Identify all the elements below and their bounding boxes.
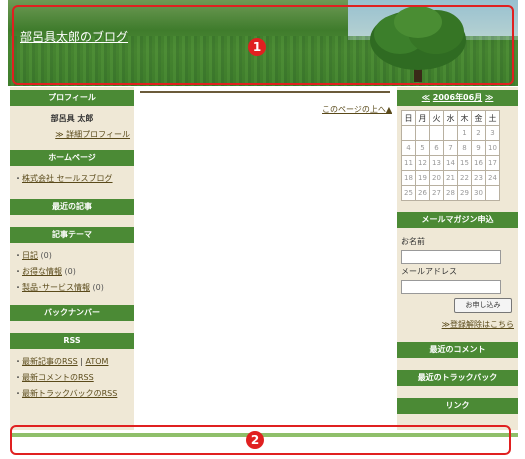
theme-item: ・日記 (0) (14, 251, 52, 260)
themes-heading: 記事テーマ (10, 227, 134, 243)
calendar-day: 11 (401, 155, 416, 171)
rss-trackbacks-link[interactable]: 最新トラックバックのRSS (22, 389, 117, 398)
name-input[interactable] (401, 250, 501, 264)
calendar-day: 25 (401, 185, 416, 201)
profile-heading: プロフィール (10, 90, 134, 106)
calendar-day: 26 (415, 185, 430, 201)
calendar-day (429, 125, 444, 141)
theme-count: (0) (64, 267, 76, 276)
calendar-day: 2 (471, 125, 486, 141)
calendar-day: 12 (415, 155, 430, 171)
name-label: お名前 (401, 237, 425, 246)
calendar-day: 9 (471, 140, 486, 156)
calendar-day: 14 (443, 155, 458, 171)
calendar-day: 1 (457, 125, 472, 141)
calendar-day: 4 (401, 140, 416, 156)
theme-link-products[interactable]: 製品･サービス情報 (22, 283, 90, 292)
calendar-day: 21 (443, 170, 458, 186)
backnumber-heading: バックナンバー (10, 305, 134, 321)
calendar-dow: 火 (429, 110, 444, 126)
calendar-dow: 月 (415, 110, 430, 126)
atom-link[interactable]: ATOM (86, 357, 109, 366)
calendar-day: 10 (485, 140, 500, 156)
theme-item: ・製品･サービス情報 (0) (14, 283, 104, 292)
recent-trackbacks-heading: 最近のトラックバック (397, 370, 518, 386)
rss-comments-link[interactable]: 最新コメントのRSS (22, 373, 94, 382)
calendar-day: 16 (471, 155, 486, 171)
calendar-day: 8 (457, 140, 472, 156)
unsubscribe-link[interactable]: ≫登録解除はこちら (442, 320, 514, 329)
email-label: メールアドレス (401, 267, 457, 276)
calendar-day: 22 (457, 170, 472, 186)
calendar-day: 18 (401, 170, 416, 186)
calendar-day: 13 (429, 155, 444, 171)
calendar-day: 5 (415, 140, 430, 156)
calendar-day: 24 (485, 170, 500, 186)
theme-link-diary[interactable]: 日記 (22, 251, 38, 260)
callout-number-2: 2 (246, 431, 264, 449)
calendar-day: 15 (457, 155, 472, 171)
calendar-day: 28 (443, 185, 458, 201)
calendar-day: 6 (429, 140, 444, 156)
calendar-dow: 水 (443, 110, 458, 126)
calendar-dow: 金 (471, 110, 486, 126)
theme-count: (0) (92, 283, 104, 292)
recent-comments-heading: 最近のコメント (397, 342, 518, 358)
calendar-day: 29 (457, 185, 472, 201)
calendar-next-link[interactable]: ≫ (485, 93, 493, 102)
calendar-day: 27 (429, 185, 444, 201)
recent-posts-heading: 最近の記事 (10, 199, 134, 215)
calendar-dow: 土 (485, 110, 500, 126)
rss-separator: | (80, 357, 83, 366)
calendar-day: 19 (415, 170, 430, 186)
calendar-day (401, 125, 416, 141)
calendar-grid: 日 月 火 水 木 金 土 1 2 3 4 5 6 7 8 9 10 11 12… (401, 110, 500, 201)
calendar-day (415, 125, 430, 141)
calendar-day: 17 (485, 155, 500, 171)
links-heading: リンク (397, 398, 518, 414)
homepage-heading: ホームページ (10, 150, 134, 166)
calendar-dow: 日 (401, 110, 416, 126)
calendar-day: 7 (443, 140, 458, 156)
calendar-day: 23 (471, 170, 486, 186)
main-content: このページの上へ▲ (136, 87, 394, 430)
calendar-title[interactable]: 2006年06月 (433, 93, 482, 102)
email-input[interactable] (401, 280, 501, 294)
left-sidebar: プロフィール 部呂具 太郎 ≫ 詳細プロフィール ホームページ ・株式会社 セー… (10, 87, 134, 430)
calendar-dow: 木 (457, 110, 472, 126)
page-top-link[interactable]: このページの上へ▲ (322, 104, 392, 115)
callout-number-1: 1 (248, 38, 266, 56)
homepage-link[interactable]: 株式会社 セールスブログ (22, 174, 113, 183)
theme-item: ・お得な情報 (0) (14, 267, 76, 276)
profile-detail-link[interactable]: ≫ 詳細プロフィール (55, 130, 130, 139)
rss-heading: RSS (10, 333, 134, 349)
calendar-day: 20 (429, 170, 444, 186)
content-divider (140, 91, 390, 93)
theme-count: (0) (40, 251, 52, 260)
calendar-day (443, 125, 458, 141)
calendar-day: 3 (485, 125, 500, 141)
calendar-header: ≪ 2006年06月 ≫ (397, 90, 518, 106)
right-sidebar: ≪ 2006年06月 ≫ 日 月 火 水 木 金 土 1 2 3 4 5 6 7… (397, 87, 518, 430)
calendar-day (485, 185, 500, 201)
mail-magazine-heading: メールマガジン申込 (397, 212, 518, 228)
profile-name: 部呂具 太郎 (50, 114, 94, 123)
calendar-prev-link[interactable]: ≪ (422, 93, 430, 102)
subscribe-button[interactable]: お申し込み (454, 298, 512, 313)
theme-link-deals[interactable]: お得な情報 (22, 267, 62, 276)
calendar-day: 30 (471, 185, 486, 201)
rss-posts-link[interactable]: 最新記事のRSS (22, 357, 78, 366)
